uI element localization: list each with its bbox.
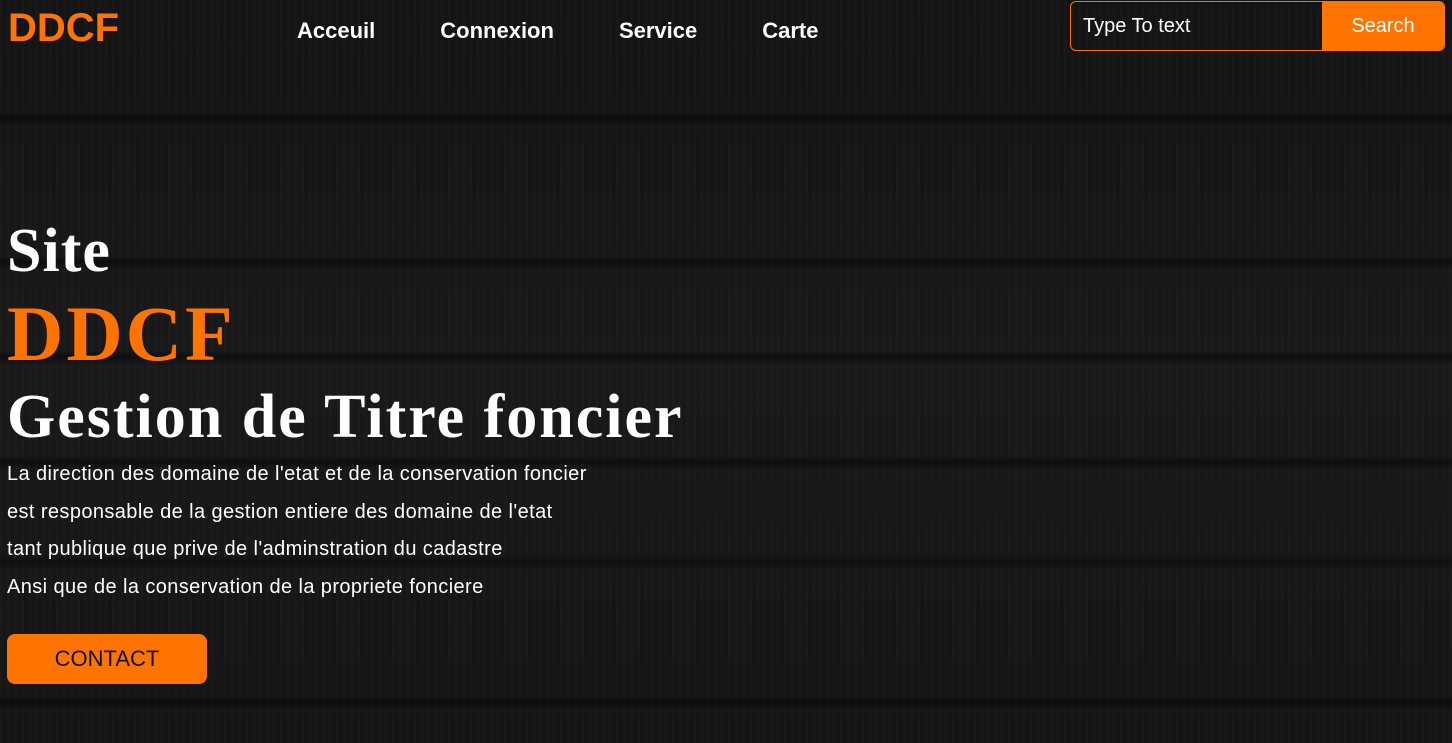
- hero-title-ddcf: DDCF: [7, 290, 236, 377]
- nav-link-connexion[interactable]: Connexion: [440, 18, 554, 44]
- nav-link-carte[interactable]: Carte: [762, 18, 818, 44]
- page-background: DDCF Acceuil Connexion Service Carte Sea…: [0, 0, 1452, 743]
- search-button[interactable]: Search: [1322, 2, 1444, 50]
- hero-description: La direction des domaine de l'etat et de…: [7, 456, 587, 606]
- search-box: Search: [1070, 1, 1445, 51]
- description-line: Ansi que de la conservation de la propri…: [7, 575, 484, 598]
- description-line: est responsable de la gestion entiere de…: [7, 500, 553, 523]
- hero-title-site: Site: [7, 217, 111, 285]
- hero-subtitle: Gestion de Titre foncier: [7, 383, 684, 451]
- contact-button[interactable]: CONTACT: [7, 634, 207, 684]
- description-line: tant publique que prive de l'adminstrati…: [7, 538, 503, 560]
- nav-link-acceuil[interactable]: Acceuil: [297, 18, 375, 44]
- search-input[interactable]: [1071, 2, 1322, 50]
- nav-link-service[interactable]: Service: [619, 18, 697, 44]
- main-nav: Acceuil Connexion Service Carte: [297, 18, 818, 44]
- site-logo[interactable]: DDCF: [8, 6, 119, 50]
- description-line: La direction des domaine de l'etat et de…: [7, 463, 587, 485]
